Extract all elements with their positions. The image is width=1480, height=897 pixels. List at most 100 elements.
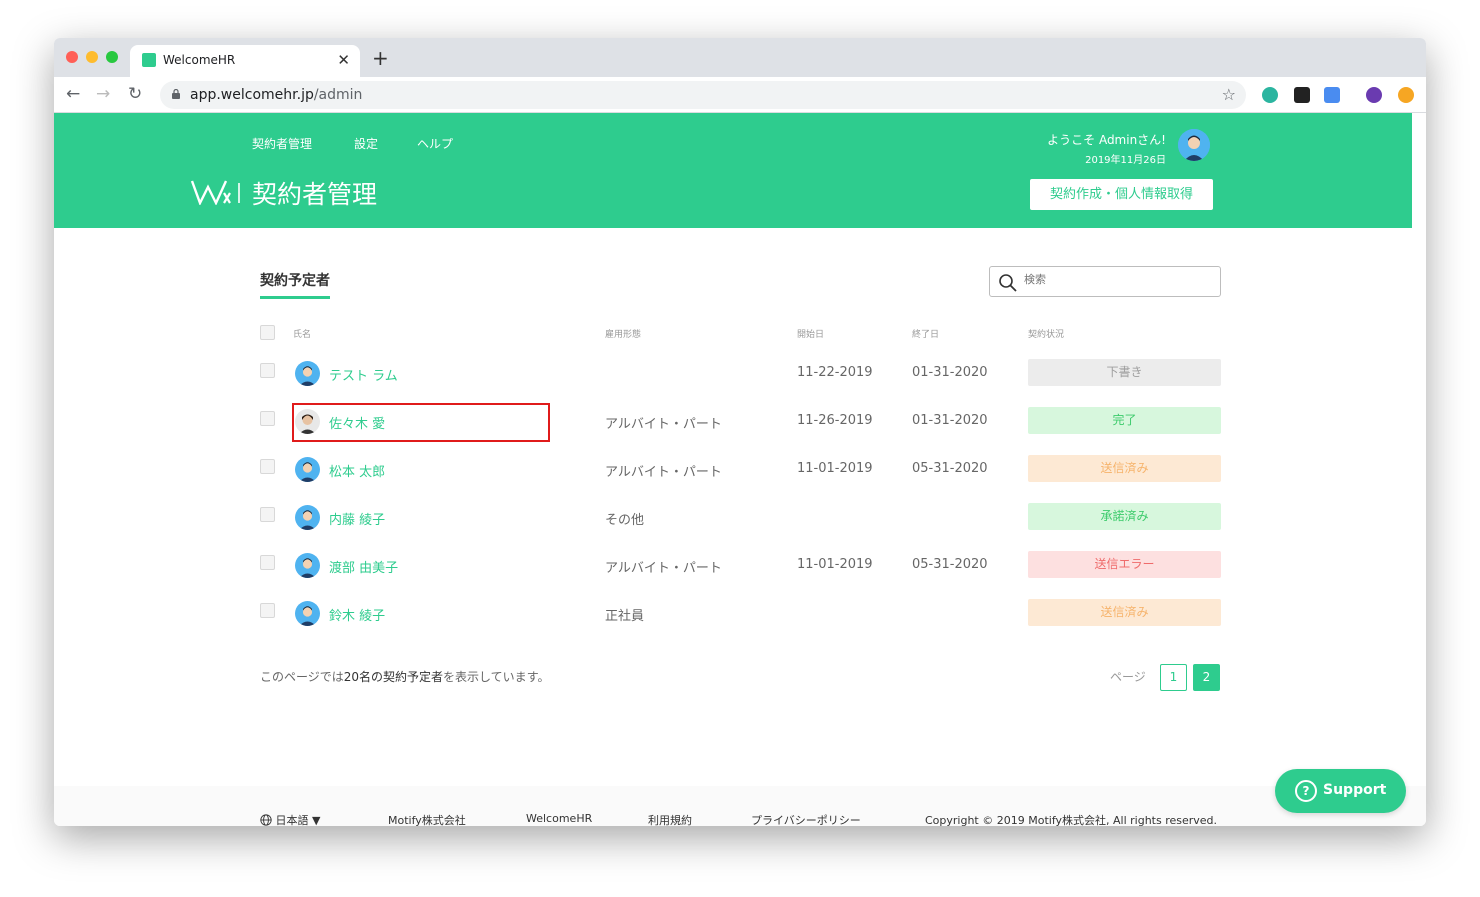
highlight-box — [292, 403, 550, 442]
nav-contracts[interactable]: 契約者管理 — [252, 135, 312, 152]
column-header-end-date[interactable]: 終了日 — [912, 327, 939, 340]
close-window-button[interactable] — [66, 51, 78, 63]
new-tab-icon[interactable]: + — [372, 48, 389, 68]
summary-suffix: を表示しています。 — [443, 670, 550, 684]
end-date: 05-31-2020 — [912, 557, 988, 572]
contractor-name-link[interactable]: 渡部 由美子 — [329, 557, 398, 576]
footer-terms-link[interactable]: 利用規約 — [648, 812, 692, 826]
page-1-button[interactable]: 1 — [1160, 664, 1187, 691]
pagination-label: ページ — [1110, 670, 1146, 684]
row-checkbox[interactable] — [260, 555, 275, 570]
table-row[interactable]: 佐々木 愛アルバイト・パート 11-26-2019 01-31-2020 完了 — [54, 401, 1426, 441]
column-header-employment[interactable]: 雇用形態 — [605, 327, 641, 340]
tab-planned-contractors[interactable]: 契約予定者 — [260, 270, 330, 299]
employment-type: アルバイト・パート — [605, 465, 722, 480]
row-checkbox[interactable] — [260, 603, 275, 618]
browser-window: WelcomeHR ✕ + ← → ↻ app.welcomehr.jp/adm… — [54, 38, 1426, 826]
avatar — [295, 553, 320, 578]
status-badge: 承諾済み — [1028, 503, 1221, 530]
page-footer: 日本語 ▼ Motify株式会社 WelcomeHR 利用規約 プライバシーポリ… — [54, 786, 1426, 826]
status-badge: 送信エラー — [1028, 551, 1221, 578]
search-input[interactable] — [1024, 273, 1204, 286]
avatar — [295, 457, 320, 482]
minimize-window-button[interactable] — [86, 51, 98, 63]
search-box[interactable] — [989, 266, 1221, 297]
nav-help[interactable]: ヘルプ — [417, 135, 453, 152]
column-header-start-date[interactable]: 開始日 — [797, 327, 824, 340]
language-label: 日本語 — [275, 814, 309, 826]
status-badge: 下書き — [1028, 359, 1221, 386]
page-title: 契約者管理 — [252, 180, 378, 209]
extension-update-icon[interactable] — [1398, 87, 1414, 103]
column-header-status[interactable]: 契約状況 — [1028, 327, 1064, 340]
user-avatar-icon — [1178, 129, 1210, 161]
contractor-name-link[interactable]: 内藤 綾子 — [329, 509, 385, 528]
table-row[interactable]: 鈴木 綾子 正社員 送信済み — [54, 593, 1426, 633]
contractor-name-link[interactable]: テスト ラム — [329, 365, 398, 384]
welcomehr-logo-icon[interactable] — [190, 179, 244, 205]
support-label: Support — [1323, 782, 1387, 798]
address-bar[interactable]: app.welcomehr.jp/admin ☆ — [160, 81, 1246, 109]
contractor-name-link[interactable]: 松本 太郎 — [329, 461, 385, 480]
current-date: 2019年11月26日 — [1085, 155, 1166, 166]
help-circle-icon: ? — [1295, 780, 1317, 802]
row-checkbox[interactable] — [260, 363, 275, 378]
status-badge: 送信済み — [1028, 455, 1221, 482]
browser-tab[interactable]: WelcomeHR ✕ — [130, 45, 360, 77]
select-all-checkbox[interactable] — [260, 325, 275, 340]
start-date: 11-01-2019 — [797, 557, 873, 572]
employment-type: アルバイト・パート — [605, 417, 722, 432]
contractor-name-link[interactable]: 鈴木 綾子 — [329, 605, 385, 624]
url-host: app.welcomehr.jp — [190, 87, 314, 103]
url-path: /admin — [313, 87, 363, 103]
tab-title: WelcomeHR — [163, 53, 236, 67]
avatar — [295, 361, 320, 386]
status-badge: 完了 — [1028, 407, 1221, 434]
welcomehr-favicon-icon — [142, 53, 156, 67]
results-summary: このページでは20名の契約予定者を表示しています。 — [260, 668, 550, 685]
bookmark-star-icon[interactable]: ☆ — [1222, 85, 1236, 104]
end-date: 01-31-2020 — [912, 365, 988, 380]
status-badge: 送信済み — [1028, 599, 1221, 626]
start-date: 11-01-2019 — [797, 461, 873, 476]
employment-type: その他 — [605, 513, 645, 528]
user-avatar[interactable] — [1178, 129, 1210, 161]
profile-avatar-icon[interactable] — [1366, 87, 1382, 103]
avatar — [295, 505, 320, 530]
footer-product-link[interactable]: WelcomeHR — [526, 812, 592, 825]
table-row[interactable]: 渡部 由美子 アルバイト・パート 11-01-2019 05-31-2020 送信エラー — [54, 545, 1426, 585]
reload-icon[interactable]: ↻ — [128, 84, 142, 104]
forward-icon[interactable]: → — [96, 84, 110, 104]
support-button[interactable]: ? Support — [1275, 769, 1406, 813]
back-icon[interactable]: ← — [66, 84, 80, 104]
globe-icon — [260, 814, 272, 826]
extension-calendar-icon[interactable] — [1324, 87, 1340, 103]
url-text: app.welcomehr.jp/admin — [190, 87, 362, 103]
extension-owl-icon[interactable] — [1294, 87, 1310, 103]
language-selector[interactable]: 日本語 ▼ — [260, 812, 320, 826]
maximize-window-button[interactable] — [106, 51, 118, 63]
browser-toolbar: ← → ↻ app.welcomehr.jp/admin ☆ — [54, 77, 1426, 113]
lock-icon — [172, 89, 180, 99]
start-date: 11-26-2019 — [797, 413, 873, 428]
row-checkbox[interactable] — [260, 507, 275, 522]
footer-privacy-link[interactable]: プライバシーポリシー — [751, 812, 861, 826]
page-2-button[interactable]: 2 — [1193, 664, 1220, 691]
table-row[interactable]: 内藤 綾子 その他 承諾済み — [54, 497, 1426, 537]
close-tab-icon[interactable]: ✕ — [337, 51, 350, 69]
table-row[interactable]: テスト ラム 11-22-2019 01-31-2020 下書き — [54, 353, 1426, 393]
create-contract-button[interactable]: 契約作成・個人情報取得 — [1030, 179, 1213, 210]
welcome-text: ようこそ Adminさん! — [1047, 133, 1166, 147]
tab-strip: WelcomeHR ✕ + — [54, 38, 1426, 77]
extension-m-icon[interactable] — [1262, 87, 1278, 103]
end-date: 05-31-2020 — [912, 461, 988, 476]
nav-settings[interactable]: 設定 — [354, 135, 378, 152]
footer-company-link[interactable]: Motify株式会社 — [388, 812, 466, 826]
employment-type: 正社員 — [605, 609, 645, 624]
table-row[interactable]: 松本 太郎 アルバイト・パート 11-01-2019 05-31-2020 送信済み — [54, 449, 1426, 489]
row-checkbox[interactable] — [260, 459, 275, 474]
row-checkbox[interactable] — [260, 411, 275, 426]
app-header: 契約者管理 設定 ヘルプ 契約者管理 ようこそ Adminさん! 2019年11… — [54, 113, 1412, 228]
caret-down-icon: ▼ — [312, 814, 321, 826]
column-header-name[interactable]: 氏名 — [293, 327, 311, 340]
